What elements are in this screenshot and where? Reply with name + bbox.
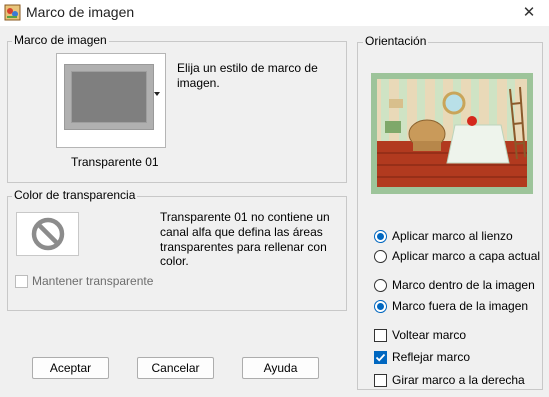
no-entry-icon: [31, 217, 65, 251]
orientation-preview-image: [377, 79, 527, 187]
rotate-frame-right-label: Girar marco a la derecha: [392, 373, 525, 387]
dropdown-arrow-icon[interactable]: [154, 92, 160, 96]
checkmark-icon: [375, 353, 386, 362]
frame-outside-label: Marco fuera de la imagen: [392, 299, 529, 313]
apply-to-canvas-label: Aplicar marco al lienzo: [392, 229, 513, 243]
rotate-frame-right-checkbox[interactable]: [374, 374, 387, 387]
help-button[interactable]: Ayuda: [242, 357, 319, 379]
ok-button[interactable]: Aceptar: [32, 357, 109, 379]
apply-to-canvas-radio[interactable]: [374, 230, 387, 243]
keep-transparent-label: Mantener transparente: [32, 274, 154, 288]
flip-frame-label: Voltear marco: [392, 328, 467, 342]
frame-preview-inner: [71, 71, 147, 123]
transparency-info-line-2: canal alfa que defina las áreas: [160, 225, 323, 239]
transparency-info-line-4: color.: [160, 254, 189, 268]
window-title: Marco de imagen: [26, 4, 135, 20]
transparency-info-line-3: transparentes para rellenar con: [160, 240, 327, 254]
transparency-group-legend: Color de transparencia: [12, 188, 138, 202]
frame-outside-radio[interactable]: [374, 300, 387, 313]
frame-inside-radio[interactable]: [374, 279, 387, 292]
close-icon: ✕: [522, 4, 536, 21]
close-button[interactable]: ✕: [519, 3, 539, 23]
mirror-frame-label: Reflejar marco: [392, 350, 471, 364]
frame-inside-label: Marco dentro de la imagen: [392, 278, 535, 292]
paint-app-icon: [4, 4, 21, 21]
selected-frame-name: Transparente 01: [71, 155, 159, 169]
orientation-group-legend: Orientación: [363, 34, 429, 48]
apply-to-layer-label: Aplicar marco a capa actual: [392, 249, 541, 263]
frame-hint-line-2: imagen.: [177, 76, 220, 90]
transparency-info-line-1: Transparente 01 no contiene un: [160, 210, 330, 224]
frame-hint-line-1: Elija un estilo de marco de: [177, 61, 318, 75]
apply-to-layer-radio[interactable]: [374, 250, 387, 263]
cancel-button[interactable]: Cancelar: [137, 357, 214, 379]
frame-group-legend: Marco de imagen: [12, 33, 109, 47]
keep-transparent-checkbox[interactable]: [15, 275, 28, 288]
flip-frame-checkbox[interactable]: [374, 329, 387, 342]
